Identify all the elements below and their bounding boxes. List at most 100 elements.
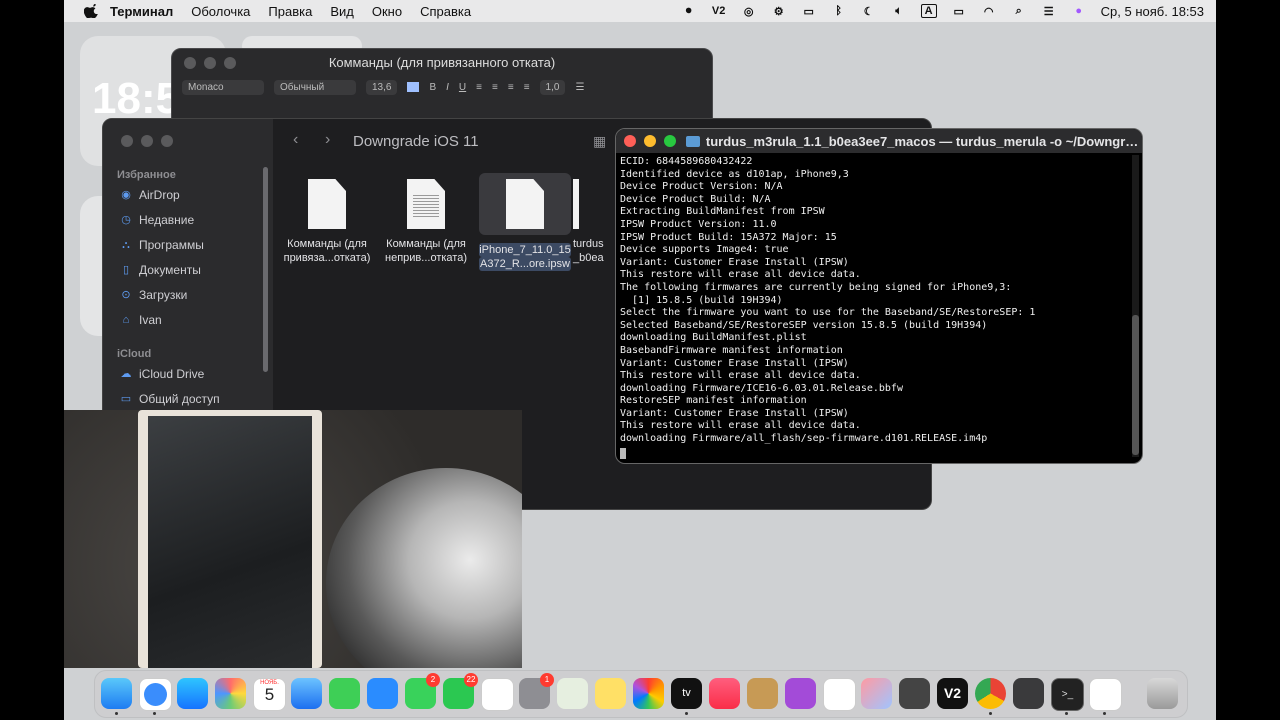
apple-tv-dock-icon[interactable]: tv <box>671 678 702 709</box>
terminal-output[interactable]: ECID: 6844589680432422 Identified device … <box>616 153 1142 463</box>
facetime-dock-icon[interactable]: 22 <box>443 673 478 709</box>
zoom-icon[interactable] <box>224 57 236 69</box>
terminal-dock-icon[interactable]: >_ <box>1051 678 1084 711</box>
sidebar-item-downloads[interactable]: ⊙ Загрузки <box>119 288 187 302</box>
launchpad-dock-icon[interactable] <box>215 678 246 709</box>
running-indicator <box>1103 712 1106 715</box>
numbers-dock-icon[interactable] <box>329 678 360 709</box>
close-icon[interactable] <box>184 57 196 69</box>
zoom-icon[interactable] <box>161 135 173 147</box>
iphone-mirroring-dock-icon[interactable] <box>861 678 892 709</box>
sidebar-item-label: Документы <box>139 263 201 277</box>
record-icon[interactable]: ⏺ <box>681 4 697 18</box>
close-icon[interactable] <box>121 135 133 147</box>
textedit-dock-icon[interactable] <box>1089 678 1122 711</box>
zoom-icon[interactable] <box>664 135 676 147</box>
italic-icon[interactable]: I <box>446 82 449 93</box>
terminal-line: ECID: 6844589680432422 <box>620 156 753 167</box>
maps-dock-icon[interactable] <box>557 678 588 709</box>
file-name: Комманды (для привяза...отката) <box>283 238 371 264</box>
trash-dock-icon[interactable] <box>1147 678 1178 709</box>
siri-icon[interactable]: ● <box>1071 4 1087 18</box>
bold-icon[interactable]: B <box>429 82 436 93</box>
sidebar-item-label: Загрузки <box>139 288 188 302</box>
quicktime-dock-icon[interactable] <box>1013 678 1044 709</box>
file-item[interactable]: Комманды (для неприв...отката) <box>380 179 472 265</box>
control-center-icon[interactable]: ☰ <box>1041 4 1057 18</box>
battery-icon[interactable]: ▭ <box>951 4 967 18</box>
sidebar-item-home[interactable]: ⌂ Ivan <box>119 313 162 327</box>
display-icon[interactable]: ▭ <box>801 4 817 18</box>
sidebar-item-label: Программы <box>139 238 204 252</box>
freeform-dock-icon[interactable] <box>823 678 856 711</box>
search-icon[interactable]: ⌕ <box>1011 4 1027 18</box>
notes-dock-icon[interactable] <box>595 678 626 709</box>
minimize-icon[interactable] <box>204 57 216 69</box>
align-left-icon[interactable]: ≡ <box>476 82 482 93</box>
calendar-dock-icon[interactable]: НОЯБ. 5 <box>253 678 286 711</box>
text-color-icon[interactable] <box>407 82 420 92</box>
font-family-select[interactable]: Monaco <box>182 79 264 95</box>
reminders-dock-icon[interactable] <box>481 678 514 711</box>
view-grid-icon[interactable]: ▦ <box>593 133 606 150</box>
bluetooth-icon[interactable]: ᛒ <box>831 4 847 18</box>
photos-dock-icon[interactable] <box>633 678 664 709</box>
podcasts-dock-icon[interactable] <box>785 678 816 709</box>
menu-view[interactable]: Вид <box>330 4 354 19</box>
file-name: iPhone_7_11.0_15 A372_R...ore.ipsw <box>479 243 571 271</box>
align-center-icon[interactable]: ≡ <box>492 82 498 93</box>
sidebar-item-recents[interactable]: ◷ Недавние <box>119 213 194 227</box>
menu-datetime[interactable]: Ср, 5 нояб. 18:53 <box>1101 4 1204 19</box>
focus-moon-icon[interactable]: ☾ <box>861 4 877 18</box>
safari-dock-icon[interactable] <box>139 678 172 711</box>
keynote-dock-icon[interactable] <box>367 678 398 709</box>
sidebar-item-applications[interactable]: ⛬ Программы <box>119 238 204 252</box>
font-size-select[interactable]: 13,6 <box>366 79 398 95</box>
menu-window[interactable]: Окно <box>372 4 402 19</box>
terminal-scrollbar[interactable] <box>1132 155 1139 457</box>
menu-app-terminal[interactable]: Терминал <box>110 4 173 19</box>
file-item[interactable]: Комманды (для привяза...отката) <box>281 179 373 265</box>
mail-dock-icon[interactable] <box>291 678 322 709</box>
menu-edit[interactable]: Правка <box>268 4 312 19</box>
finder-dock-icon[interactable] <box>101 678 132 709</box>
font-style-select[interactable]: Обычный <box>274 79 356 95</box>
volume-icon[interactable]: 🔈︎ <box>891 4 907 18</box>
scrollbar-thumb[interactable] <box>1132 315 1139 455</box>
swirl-icon[interactable]: ◎ <box>741 4 757 18</box>
terminal-line: The following firmwares are currently be… <box>620 281 1012 293</box>
minimize-icon[interactable] <box>644 135 656 147</box>
minimize-icon[interactable] <box>141 135 153 147</box>
sidebar-item-shared[interactable]: ▭ Общий доступ <box>119 392 220 406</box>
sidebar-item-documents[interactable]: ▯ Документы <box>119 263 201 277</box>
input-source-icon[interactable]: A <box>920 4 937 18</box>
messages-dock-icon[interactable]: 2 <box>405 673 440 709</box>
v2-dock-icon[interactable]: V2 <box>937 678 968 709</box>
sidebar-item-airdrop[interactable]: ◉ AirDrop <box>119 188 180 202</box>
underline-icon[interactable]: U <box>459 82 466 93</box>
calculator-dock-icon[interactable] <box>899 678 930 709</box>
v2-status-icon[interactable]: V2 <box>711 4 727 18</box>
system-settings-dock-icon[interactable]: 1 <box>519 673 554 709</box>
sidebar-item-icloud-drive[interactable]: ☁ iCloud Drive <box>119 367 205 381</box>
gear-icon[interactable]: ⚙ <box>771 4 787 18</box>
back-icon[interactable]: ‹ <box>293 131 298 149</box>
apple-menu-icon[interactable] <box>84 4 98 18</box>
terminal-window[interactable]: turdus_m3rula_1.1_b0ea3ee7_macos — turdu… <box>615 128 1143 464</box>
close-icon[interactable] <box>624 135 636 147</box>
forward-icon[interactable]: › <box>325 131 330 149</box>
music-dock-icon[interactable] <box>709 678 740 709</box>
wifi-icon[interactable]: ◠ <box>981 4 997 18</box>
sidebar-scrollbar[interactable] <box>263 167 268 372</box>
file-item-selected[interactable]: iPhone_7_11.0_15 A372_R...ore.ipsw <box>479 173 571 271</box>
menu-help[interactable]: Справка <box>420 4 471 19</box>
facetime-badge: 22 <box>464 673 478 687</box>
align-right-icon[interactable]: ≡ <box>508 82 514 93</box>
justify-icon[interactable]: ≡ <box>524 82 530 93</box>
line-spacing-select[interactable]: 1,0 <box>539 79 566 95</box>
app-store-dock-icon[interactable] <box>177 678 208 709</box>
menu-shell[interactable]: Оболочка <box>191 4 250 19</box>
list-icon[interactable]: ☰ <box>575 82 584 93</box>
contacts-dock-icon[interactable] <box>747 678 778 709</box>
chrome-dock-icon[interactable] <box>975 678 1006 709</box>
